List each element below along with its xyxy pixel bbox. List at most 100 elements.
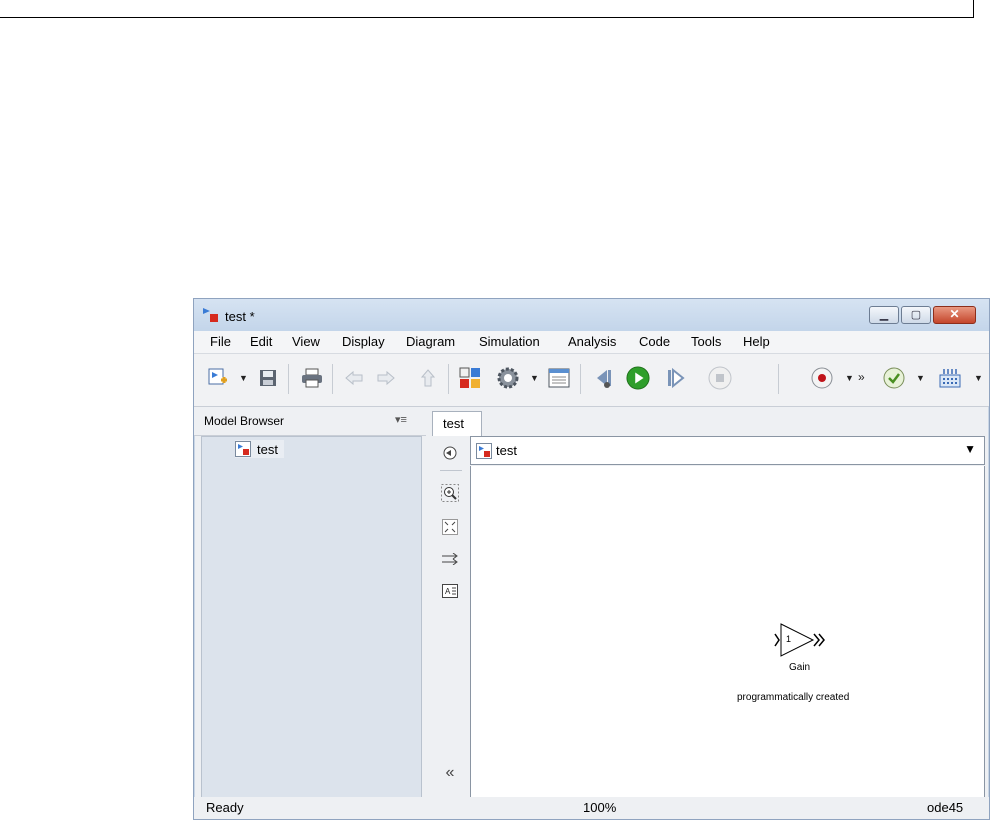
step-back-icon — [597, 370, 611, 388]
check-model-button[interactable] — [882, 366, 906, 390]
save-icon — [260, 370, 276, 386]
maximize-icon: ▢ — [910, 309, 922, 321]
minimize-icon: ▁ — [879, 309, 889, 321]
page-header-rule — [0, 0, 974, 18]
check-icon — [883, 367, 905, 389]
library-browser-icon — [459, 367, 480, 388]
hardware-button[interactable] — [938, 366, 962, 390]
gear-icon — [497, 367, 519, 389]
close-button[interactable]: ✕ — [933, 306, 976, 324]
status-bar: Ready 100% ode45 — [194, 797, 989, 819]
maximize-button[interactable]: ▢ — [901, 306, 931, 324]
check-dropdown-icon[interactable]: ▼ — [916, 373, 925, 383]
gain-block-name: Gain — [789, 662, 811, 673]
palette-divider — [440, 470, 462, 471]
fit-to-view-icon — [442, 519, 458, 535]
svg-text:A: A — [445, 587, 451, 596]
menu-diagram[interactable]: Diagram — [406, 334, 455, 349]
library-browser-button[interactable] — [458, 366, 482, 390]
tree-item-label: test — [257, 441, 278, 457]
arrow-left-icon — [345, 370, 363, 386]
status-text: Ready — [206, 800, 244, 815]
print-button[interactable] — [300, 366, 324, 390]
hardware-board-icon — [939, 369, 961, 388]
tab-test[interactable]: test — [432, 411, 482, 436]
menu-code[interactable]: Code — [639, 334, 670, 349]
record-dropdown-icon[interactable]: ▼ — [845, 373, 854, 383]
toolbar: ▼ ▼ ▼ » ▼ ▼ — [194, 354, 989, 407]
zoom-in-button[interactable] — [439, 482, 461, 504]
run-button[interactable] — [626, 366, 650, 390]
record-icon — [811, 367, 833, 389]
overflow-chevron-icon[interactable]: » — [858, 370, 865, 384]
model-browser-header: Model Browser ▾≡ — [194, 407, 426, 436]
up-button[interactable] — [416, 366, 440, 390]
title-bar[interactable]: test * ▁ ▢ ✕ — [194, 299, 989, 331]
hide-browser-button[interactable] — [439, 442, 461, 464]
play-icon — [626, 366, 650, 390]
toolbar-divider — [288, 364, 289, 394]
back-button[interactable] — [342, 366, 366, 390]
step-back-button[interactable] — [592, 366, 616, 390]
toolbar-divider — [448, 364, 449, 394]
zoom-level: 100% — [583, 800, 617, 815]
menu-tools[interactable]: Tools — [691, 334, 721, 349]
circle-arrow-left-icon — [443, 446, 457, 460]
zoom-in-icon — [441, 484, 459, 502]
solver-name[interactable]: ode45 — [927, 800, 963, 815]
gain-block[interactable]: 1 — [773, 620, 833, 660]
record-button[interactable] — [810, 366, 834, 390]
toolbar-divider — [332, 364, 333, 394]
simulink-model-icon — [203, 308, 218, 322]
menu-help[interactable]: Help — [743, 334, 770, 349]
step-forward-icon — [668, 367, 685, 389]
model-path-text: test — [496, 443, 517, 458]
menu-file[interactable]: File — [210, 334, 231, 349]
arrow-up-icon — [420, 369, 436, 387]
collapse-palette-icon[interactable]: « — [439, 762, 461, 784]
menu-analysis[interactable]: Analysis — [568, 334, 616, 349]
close-icon: ✕ — [949, 307, 960, 321]
new-model-button[interactable] — [206, 366, 230, 390]
step-forward-button[interactable] — [664, 366, 688, 390]
window-title: test * — [225, 309, 255, 324]
model-explorer-button[interactable] — [547, 366, 571, 390]
canvas-palette: A « — [436, 436, 466, 798]
gain-value: 1 — [786, 634, 791, 644]
text-annotation-icon: A — [442, 584, 458, 598]
diagram-canvas[interactable]: 1 Gain programmatically created — [470, 466, 985, 798]
chevron-down-icon[interactable]: ▼ — [964, 442, 976, 456]
model-browser-menu-icon[interactable]: ▾≡ — [395, 413, 407, 426]
menu-bar: File Edit View Display Diagram Simulatio… — [194, 331, 989, 354]
model-path-bar[interactable]: test ▼ — [470, 436, 985, 465]
hardware-dropdown-icon[interactable]: ▼ — [974, 373, 983, 383]
model-browser-panel[interactable]: test — [201, 436, 422, 800]
route-lines-button[interactable] — [439, 548, 461, 570]
minimize-button[interactable]: ▁ — [869, 306, 899, 324]
annotation-button[interactable]: A — [439, 580, 461, 602]
menu-view[interactable]: View — [292, 334, 320, 349]
save-button[interactable] — [256, 366, 280, 390]
menu-simulation[interactable]: Simulation — [479, 334, 540, 349]
stop-icon — [708, 366, 732, 390]
arrow-right-icon — [377, 370, 395, 386]
print-icon — [302, 368, 322, 388]
model-browser-title: Model Browser — [204, 414, 285, 428]
menu-edit[interactable]: Edit — [250, 334, 272, 349]
new-model-icon — [208, 368, 227, 385]
model-settings-button[interactable] — [496, 366, 520, 390]
new-dropdown-icon[interactable]: ▼ — [239, 373, 248, 383]
simulink-window: test * ▁ ▢ ✕ File Edit View Display Diag… — [193, 298, 990, 820]
settings-dropdown-icon[interactable]: ▼ — [530, 373, 539, 383]
stop-button[interactable] — [708, 366, 732, 390]
fit-to-view-button[interactable] — [439, 516, 461, 538]
tree-item-test[interactable]: test — [235, 440, 284, 458]
tab-label: test — [443, 416, 464, 431]
model-explorer-icon — [548, 368, 570, 388]
block-annotation: programmatically created — [737, 692, 850, 703]
toolbar-divider — [580, 364, 581, 394]
menu-display[interactable]: Display — [342, 334, 385, 349]
forward-button[interactable] — [374, 366, 398, 390]
model-icon — [476, 443, 492, 459]
toolbar-divider — [778, 364, 779, 394]
